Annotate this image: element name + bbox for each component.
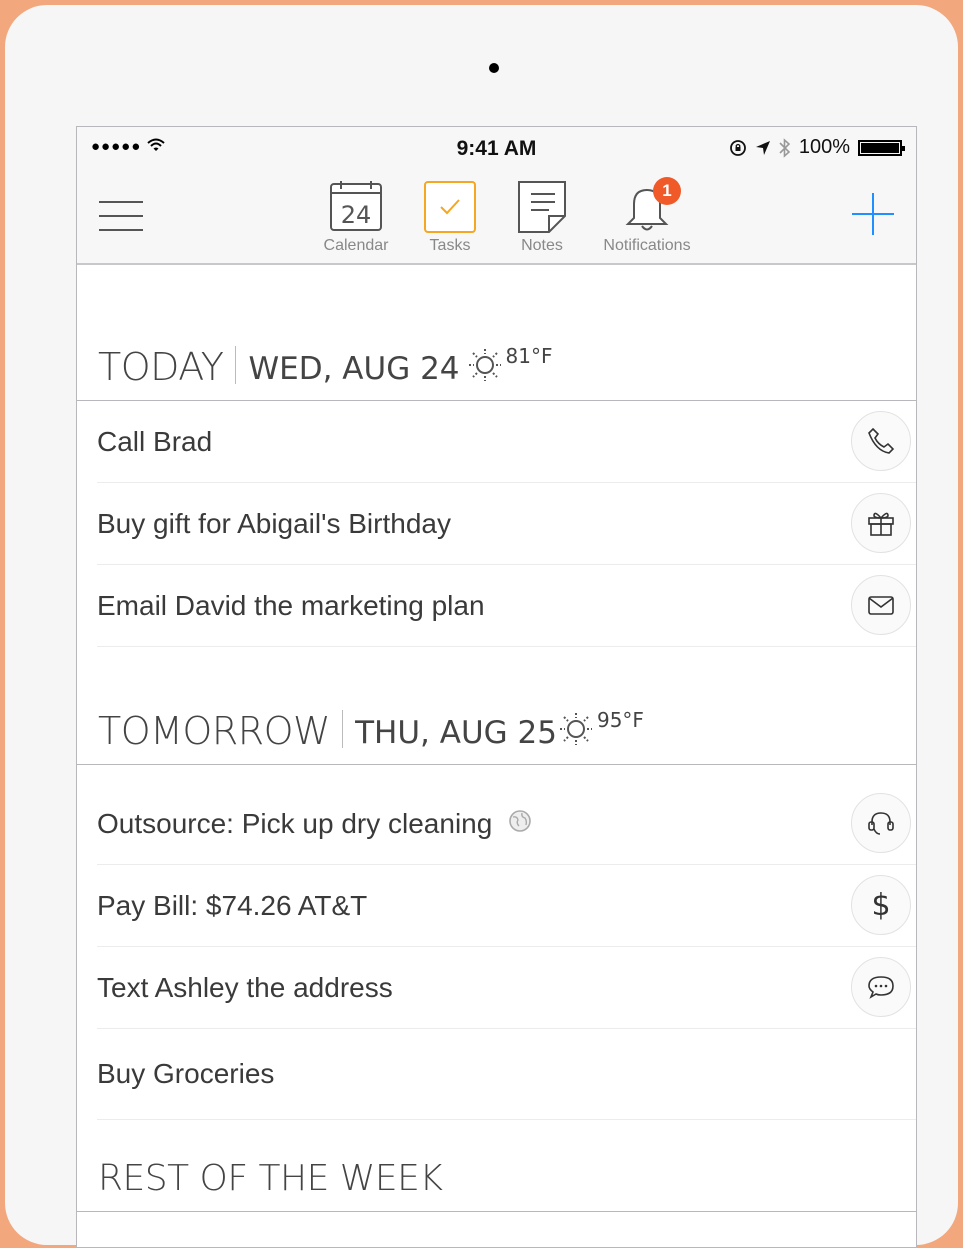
top-toolbar: 24 Calendar Tasks Notes 1 Notifications	[77, 171, 916, 265]
tab-label: Notifications	[603, 237, 691, 254]
task-label: Buy gift for Abigail's Birthday	[97, 507, 451, 539]
task-label: Outsource: Pick up dry cleaning	[97, 807, 493, 839]
bluetooth-icon	[779, 137, 791, 158]
divider	[235, 346, 237, 384]
dollar-icon[interactable]: $	[851, 875, 911, 935]
globe-icon	[508, 809, 532, 838]
note-icon	[514, 179, 570, 235]
section-today: TODAY WED, AUG 24 81°F	[77, 265, 916, 401]
battery-percent: 100%	[798, 136, 850, 158]
dollar-glyph: $	[871, 887, 891, 923]
svg-text:24: 24	[341, 201, 372, 229]
calendar-icon: 24	[328, 179, 384, 235]
battery-icon	[858, 139, 905, 156]
front-camera	[489, 63, 499, 73]
menu-button[interactable]	[99, 201, 143, 233]
app-screen: ●●●●● 9:41 AM 100% 24 Calendar Tasks Not…	[76, 126, 917, 1248]
tab-label: Tasks	[429, 237, 471, 254]
add-button[interactable]	[848, 189, 898, 239]
headset-icon[interactable]	[851, 793, 911, 853]
chat-icon[interactable]	[851, 957, 911, 1017]
section-tomorrow: TOMORROW THU, AUG 25 95°F	[77, 647, 916, 765]
checkbox-icon	[422, 179, 478, 235]
section-heading: TODAY WED, AUG 24 81°F	[98, 344, 553, 389]
sun-icon	[559, 712, 593, 750]
section-heading: REST OF THE WEEK	[98, 1158, 443, 1199]
task-label: Call Brad	[97, 425, 213, 457]
tablet-frame: ●●●●● 9:41 AM 100% 24 Calendar Tasks Not…	[5, 5, 958, 1248]
temperature: 81°F	[505, 344, 553, 368]
section-heading: TOMORROW THU, AUG 25 95°F	[98, 708, 644, 753]
section-date: THU, AUG 25	[355, 715, 557, 751]
section-rest-of-week: REST OF THE WEEK	[77, 1112, 916, 1212]
list-item[interactable]: Text Ashley the address	[97, 947, 916, 1029]
tab-label: Notes	[521, 237, 563, 254]
section-day: REST OF THE WEEK	[98, 1158, 443, 1199]
notification-badge: 1	[653, 177, 681, 205]
task-label: Email David the marketing plan	[97, 589, 485, 621]
list-item[interactable]: Outsource: Pick up dry cleaning	[97, 783, 916, 865]
gift-icon[interactable]	[851, 493, 911, 553]
task-label: Buy Groceries	[97, 1058, 275, 1089]
tab-tasks[interactable]: Tasks	[417, 179, 483, 255]
task-label: Text Ashley the address	[97, 971, 393, 1003]
mail-icon[interactable]	[851, 575, 911, 635]
section-day: TOMORROW	[98, 709, 331, 753]
list-item[interactable]: Email David the marketing plan	[97, 565, 916, 647]
tomorrow-task-list: Outsource: Pick up dry cleaning Pay Bill…	[77, 783, 916, 1120]
bell-icon: 1	[619, 177, 681, 235]
orientation-lock-icon	[729, 139, 746, 156]
list-item[interactable]: Pay Bill: $74.26 AT&T $	[97, 865, 916, 947]
tab-notes[interactable]: Notes	[509, 179, 575, 255]
menu-icon-bar	[99, 201, 143, 203]
list-item[interactable]: Call Brad	[97, 401, 916, 483]
list-item[interactable]: Buy Groceries	[97, 1029, 916, 1120]
list-item[interactable]: Buy gift for Abigail's Birthday	[97, 483, 916, 565]
temperature: 95°F	[596, 708, 644, 732]
status-right: 100%	[729, 136, 905, 159]
status-bar: ●●●●● 9:41 AM 100%	[77, 127, 916, 171]
phone-icon[interactable]	[851, 411, 911, 471]
tab-calendar[interactable]: 24 Calendar	[313, 179, 399, 255]
divider	[342, 710, 344, 748]
tab-notifications[interactable]: 1 Notifications	[589, 177, 705, 255]
section-date: WED, AUG 24	[248, 351, 460, 387]
tab-label: Calendar	[323, 237, 389, 254]
today-task-list: Call Brad Buy gift for Abigail's Birthda…	[77, 401, 916, 647]
task-label: Pay Bill: $74.26 AT&T	[97, 889, 368, 921]
location-arrow-icon	[755, 140, 770, 155]
menu-icon-bar	[99, 229, 143, 231]
menu-icon-bar	[99, 215, 143, 217]
sun-icon	[468, 348, 502, 386]
section-day: TODAY	[98, 345, 224, 389]
